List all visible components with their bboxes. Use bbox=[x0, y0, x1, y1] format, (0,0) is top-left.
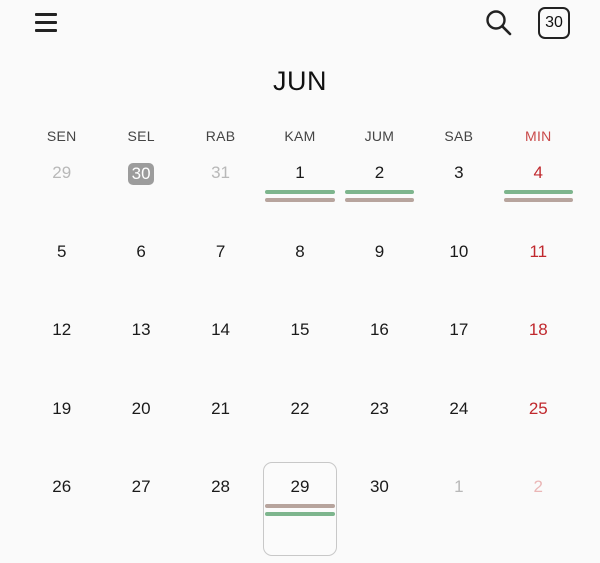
today-button[interactable]: 30 bbox=[538, 7, 570, 39]
event-bar[interactable] bbox=[265, 512, 335, 516]
day-cell[interactable]: 21 bbox=[181, 396, 260, 475]
day-number: 14 bbox=[211, 320, 231, 339]
day-number: 18 bbox=[528, 320, 548, 339]
month-title[interactable]: JUN bbox=[0, 66, 600, 97]
day-number: 2 bbox=[533, 477, 544, 496]
day-number: 8 bbox=[295, 241, 305, 261]
day-number: 4 bbox=[533, 163, 544, 182]
day-cell[interactable]: 23 bbox=[340, 396, 419, 475]
day-number: 22 bbox=[290, 398, 310, 418]
day-number: 2 bbox=[374, 163, 385, 182]
event-bar[interactable] bbox=[265, 504, 335, 508]
day-number: 24 bbox=[449, 398, 469, 418]
day-number: 29 bbox=[290, 477, 310, 496]
day-number: 1 bbox=[295, 163, 305, 182]
day-cell[interactable]: 16 bbox=[340, 317, 419, 396]
day-cell[interactable]: 7 bbox=[181, 239, 260, 318]
event-bar[interactable] bbox=[265, 198, 335, 202]
day-cell[interactable]: 14 bbox=[181, 317, 260, 396]
day-cell[interactable]: 13 bbox=[101, 317, 180, 396]
day-number: 1 bbox=[454, 477, 464, 496]
day-number: 20 bbox=[131, 398, 151, 418]
day-number: 30 bbox=[369, 477, 389, 496]
day-number: 17 bbox=[449, 320, 469, 339]
day-number: 5 bbox=[56, 241, 67, 261]
today-badge: 30 bbox=[128, 163, 155, 185]
day-number: 11 bbox=[529, 241, 548, 261]
day-number: 31 bbox=[211, 163, 231, 182]
day-cell[interactable]: 20 bbox=[101, 396, 180, 475]
day-cell[interactable]: 6 bbox=[101, 239, 180, 318]
day-cell[interactable]: 4 bbox=[499, 160, 578, 239]
event-bar[interactable] bbox=[503, 190, 573, 194]
day-cell[interactable]: 30 bbox=[101, 160, 180, 239]
day-cell[interactable]: 25 bbox=[499, 396, 578, 475]
weekday-label: JUM bbox=[364, 128, 395, 144]
day-number: 15 bbox=[290, 320, 310, 339]
day-cell[interactable]: 24 bbox=[419, 396, 498, 475]
day-cell[interactable]: 3 bbox=[419, 160, 498, 239]
weekday-label: SEL bbox=[127, 128, 155, 144]
event-bar[interactable] bbox=[503, 198, 573, 202]
day-number: 9 bbox=[374, 241, 385, 261]
weekday-label: MIN bbox=[525, 128, 552, 144]
day-number: 27 bbox=[131, 477, 151, 496]
day-cell[interactable]: 8 bbox=[260, 239, 339, 318]
day-number: 29 bbox=[52, 163, 72, 182]
day-number: 28 bbox=[211, 477, 231, 496]
weekday-label: SEN bbox=[46, 128, 77, 144]
calendar-grid: 29 30 31 1 2 3 4 5 6 7 8 9 10 11 12 13 14 15 16 17 18 19 20 21 2… bbox=[22, 160, 578, 555]
day-number: 7 bbox=[215, 241, 226, 261]
day-cell[interactable]: 2 bbox=[340, 160, 419, 239]
day-cell-selected[interactable]: 29 bbox=[260, 462, 339, 555]
day-cell[interactable]: 15 bbox=[260, 317, 339, 396]
day-cell[interactable]: 17 bbox=[419, 317, 498, 396]
day-number: 21 bbox=[211, 398, 231, 418]
day-cell[interactable]: 12 bbox=[22, 317, 101, 396]
day-cell[interactable]: 5 bbox=[22, 239, 101, 318]
day-number: 16 bbox=[369, 320, 389, 339]
day-number: 23 bbox=[369, 398, 389, 418]
day-cell[interactable]: 26 bbox=[22, 474, 101, 553]
day-cell[interactable]: 11 bbox=[499, 239, 578, 318]
search-icon[interactable] bbox=[484, 8, 514, 38]
weekday-label: SAB bbox=[444, 128, 474, 144]
day-cell[interactable]: 30 bbox=[340, 474, 419, 553]
event-bar[interactable] bbox=[344, 190, 415, 194]
day-cell[interactable]: 1 bbox=[260, 160, 339, 239]
day-number: 30 bbox=[101, 163, 180, 185]
day-number: 3 bbox=[454, 163, 464, 182]
day-cell[interactable]: 10 bbox=[419, 239, 498, 318]
day-cell[interactable]: 19 bbox=[22, 396, 101, 475]
menu-icon[interactable] bbox=[33, 10, 59, 36]
day-cell[interactable]: 29 bbox=[22, 160, 101, 239]
event-bar[interactable] bbox=[265, 190, 335, 194]
weekday-label: KAM bbox=[284, 128, 316, 144]
day-number: 10 bbox=[449, 241, 469, 261]
day-number: 19 bbox=[52, 398, 72, 418]
day-number: 13 bbox=[131, 320, 151, 339]
weekday-header: SEN SEL RAB KAM JUM SAB MIN bbox=[22, 128, 578, 144]
day-number: 12 bbox=[52, 320, 72, 339]
top-bar: 30 bbox=[0, 0, 600, 52]
day-cell[interactable]: 31 bbox=[181, 160, 260, 239]
day-cell[interactable]: 2 bbox=[499, 474, 578, 553]
day-cell[interactable]: 27 bbox=[101, 474, 180, 553]
weekday-label: RAB bbox=[205, 128, 236, 144]
day-cell[interactable]: 1 bbox=[419, 474, 498, 553]
day-number: 25 bbox=[528, 398, 548, 418]
day-cell[interactable]: 28 bbox=[181, 474, 260, 553]
day-cell[interactable]: 18 bbox=[499, 317, 578, 396]
day-number: 26 bbox=[52, 477, 72, 496]
day-number: 6 bbox=[136, 241, 146, 261]
day-cell[interactable]: 9 bbox=[340, 239, 419, 318]
event-bar[interactable] bbox=[344, 198, 415, 202]
